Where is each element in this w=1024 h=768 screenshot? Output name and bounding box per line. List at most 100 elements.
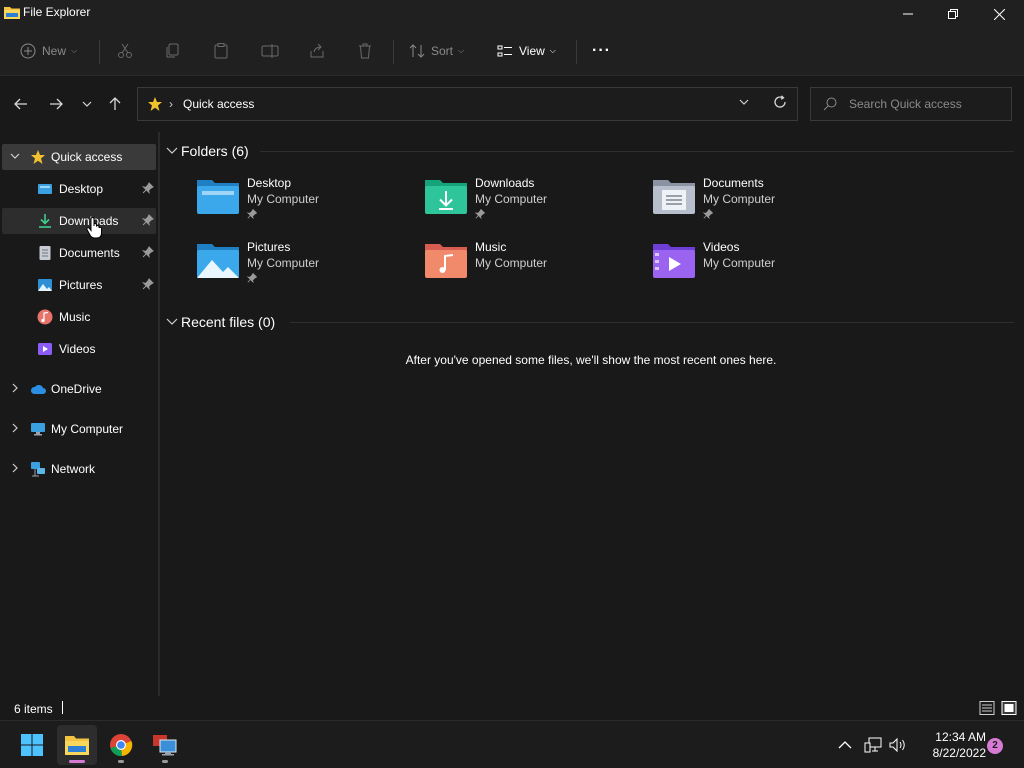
sidebar-item-label: OneDrive <box>51 382 102 396</box>
refresh-button[interactable] <box>773 95 787 112</box>
pin-icon <box>475 209 485 219</box>
sidebar-item-label: Network <box>51 462 96 476</box>
restore-button[interactable] <box>930 0 976 28</box>
close-button[interactable] <box>976 0 1022 28</box>
window-title: File Explorer <box>23 5 91 19</box>
sidebar-item-label: Quick access <box>51 150 123 164</box>
show-hidden-icons-button[interactable] <box>838 721 852 768</box>
sidebar-item-music[interactable]: Music <box>2 304 156 330</box>
taskbar-chrome[interactable] <box>101 725 141 765</box>
sort-button[interactable]: Sort ⌵ <box>409 38 464 64</box>
taskbar-file-explorer[interactable] <box>57 725 97 765</box>
rename-icon <box>261 44 279 58</box>
more-icon: ··· <box>592 42 611 59</box>
folder-location: My Computer <box>703 192 776 206</box>
folder-tile-documents[interactable]: Documents My Computer <box>652 176 872 232</box>
pin-icon[interactable] <box>142 246 154 258</box>
recent-locations-button[interactable] <box>74 91 100 117</box>
notification-badge[interactable]: 2 <box>987 738 1003 754</box>
sidebar-item-quick-access[interactable]: Quick access <box>2 144 156 170</box>
file-explorer-icon <box>4 7 20 19</box>
address-dropdown-button[interactable] <box>739 97 749 108</box>
delete-button[interactable] <box>357 38 373 64</box>
new-label: New <box>42 44 67 58</box>
pane-splitter[interactable] <box>158 132 160 696</box>
folder-name: Documents <box>703 176 764 190</box>
folder-location: My Computer <box>247 192 320 206</box>
ribbon-divider <box>576 40 577 64</box>
sidebar-item-label: Music <box>59 310 91 324</box>
breadcrumb-separator: › <box>169 97 173 111</box>
folder-name: Videos <box>703 240 740 254</box>
folder-location: My Computer <box>247 256 320 270</box>
rename-button[interactable] <box>261 38 279 64</box>
hand-cursor-icon <box>86 217 102 239</box>
new-button[interactable]: New ⌵ <box>20 38 77 64</box>
view-label: View <box>519 44 545 58</box>
windows-logo-icon <box>21 734 43 756</box>
details-view-icon[interactable] <box>979 700 995 716</box>
sidebar-item-desktop[interactable]: Desktop <box>2 176 156 202</box>
view-layout-icon <box>497 45 512 57</box>
folder-tile-pictures[interactable]: Pictures My Computer <box>196 240 416 296</box>
sidebar-item-documents[interactable]: Documents <box>2 240 156 266</box>
sidebar-item-videos[interactable]: Videos <box>2 336 156 362</box>
folder-tile-music[interactable]: Music My Computer <box>424 240 644 296</box>
restore-icon <box>948 9 958 19</box>
section-divider <box>290 322 1014 323</box>
folder-tile-downloads[interactable]: Downloads My Computer <box>424 176 644 232</box>
network-status-button[interactable] <box>864 721 882 768</box>
star-icon <box>31 150 45 164</box>
forward-button[interactable] <box>43 91 69 117</box>
network-icon <box>31 462 45 477</box>
downloads-icon <box>39 214 51 228</box>
breadcrumb-quick-access[interactable]: Quick access <box>183 97 254 111</box>
folder-tile-videos[interactable]: Videos My Computer <box>652 240 872 296</box>
folders-section-header[interactable]: Folders (6) <box>166 143 249 159</box>
paste-button[interactable] <box>213 38 229 64</box>
folder-name: Desktop <box>247 176 292 190</box>
pin-icon[interactable] <box>142 214 154 226</box>
search-box[interactable] <box>810 87 1012 121</box>
sidebar-item-pictures[interactable]: Pictures <box>2 272 156 298</box>
minimize-button[interactable] <box>885 0 931 28</box>
folder-name: Music <box>475 240 507 254</box>
folder-name: Downloads <box>475 176 535 190</box>
taskbar-remote-desktop[interactable] <box>145 725 185 765</box>
sidebar-item-my-computer[interactable]: My Computer <box>2 416 156 442</box>
pin-icon[interactable] <box>142 182 154 194</box>
up-button[interactable] <box>102 91 128 117</box>
chevron-down-icon <box>166 318 178 325</box>
share-button[interactable] <box>309 38 325 64</box>
cut-button[interactable] <box>117 38 133 64</box>
large-icons-view-icon[interactable] <box>1001 700 1017 716</box>
plus-circle-icon <box>20 43 36 59</box>
computer-icon <box>31 423 45 436</box>
sidebar-item-onedrive[interactable]: OneDrive <box>2 376 156 402</box>
pin-icon[interactable] <box>142 278 154 290</box>
arrow-right-icon <box>50 98 63 110</box>
copy-button[interactable] <box>165 38 181 64</box>
back-button[interactable] <box>8 91 34 117</box>
chevron-down-icon: ⌵ <box>549 46 556 55</box>
volume-button[interactable] <box>889 721 907 768</box>
search-input[interactable] <box>849 95 1004 113</box>
trash-icon <box>359 43 371 59</box>
running-indicator <box>162 760 168 763</box>
more-options-button[interactable]: ··· <box>592 38 611 64</box>
recent-files-section-header[interactable]: Recent files (0) <box>166 314 275 330</box>
clock-time: 12:34 AM <box>935 730 986 744</box>
chevron-down-icon <box>739 99 749 105</box>
view-button[interactable]: View ⌵ <box>497 38 556 64</box>
sidebar-item-downloads[interactable]: Downloads <box>2 208 156 234</box>
folder-tile-desktop[interactable]: Desktop My Computer <box>196 176 416 232</box>
taskbar-clock[interactable]: 12:34 AM 8/22/2022 <box>912 729 986 761</box>
remote-desktop-icon <box>153 735 177 756</box>
address-bar[interactable]: › Quick access <box>137 87 798 121</box>
pin-icon <box>247 273 257 283</box>
sidebar-item-network[interactable]: Network <box>2 456 156 482</box>
scissors-icon <box>118 43 132 58</box>
running-indicator <box>118 760 124 763</box>
start-button[interactable] <box>12 725 52 765</box>
search-icon <box>823 97 837 111</box>
